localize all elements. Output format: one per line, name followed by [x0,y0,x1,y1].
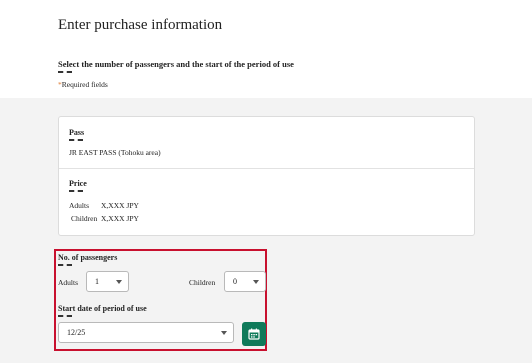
price-row-name: Children [71,214,98,223]
pass-label-text: Pass [69,128,85,137]
start-date-label-dash [58,315,72,317]
children-label: Children [189,278,216,287]
price-row-amount: X,XXX JPY [101,214,139,223]
chevron-down-icon [253,280,259,284]
calendar-icon [248,328,260,340]
pass-label: Pass [69,128,84,141]
start-date-label-text: Start date of period of use [58,304,147,313]
price-row-children: Children X,XXX JPY [71,214,139,223]
children-select-value: 0 [233,277,237,286]
price-row-amount: X,XXX JPY [101,201,139,210]
adults-select[interactable]: 1 [86,271,129,292]
page-title: Enter purchase information [58,17,223,33]
required-text: Required fields [61,80,108,89]
passengers-label-dash [58,264,72,266]
passengers-label: No. of passengers [58,253,117,266]
price-label-text: Price [69,179,87,188]
children-select[interactable]: 0 [224,271,266,292]
calendar-button[interactable] [242,322,266,346]
start-date-value: 12/25 [67,328,86,337]
price-row-adults: Adults X,XXX JPY [69,201,139,210]
adults-select-value: 1 [95,277,99,286]
chevron-down-icon [221,331,227,335]
price-label: Price [69,179,87,192]
section-divider-dash [58,71,72,73]
pass-info-card: Pass JR EAST PASS (Tohoku area) Price Ad… [58,116,475,236]
page-header: Enter purchase information Select the nu… [0,0,532,98]
price-row-name: Adults [69,201,90,210]
section-title: Select the number of passengers and the … [58,59,294,73]
section-title-text: Select the number of passengers and the … [58,59,294,69]
required-fields-note: *Required fields [58,80,108,89]
start-date-label: Start date of period of use [58,304,147,317]
chevron-down-icon [116,280,122,284]
start-date-select[interactable]: 12/25 [58,322,234,343]
passengers-label-text: No. of passengers [58,253,118,262]
card-divider [59,168,474,169]
pass-value: JR EAST PASS (Tohoku area) [69,148,161,157]
pass-label-dash [69,139,83,141]
price-label-dash [69,190,83,192]
adults-label: Adults [58,278,79,287]
